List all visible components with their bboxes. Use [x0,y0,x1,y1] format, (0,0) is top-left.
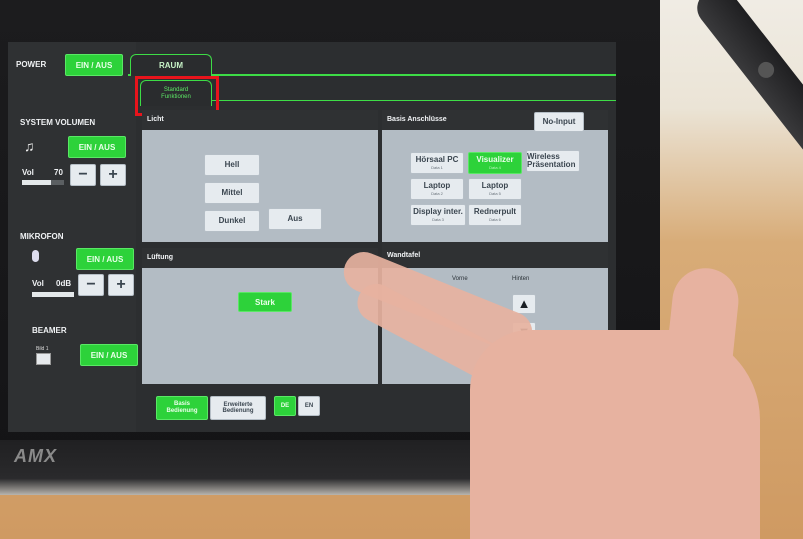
system-volume-bar [22,180,64,185]
power-toggle-button[interactable]: EIN / AUS [65,54,123,76]
input-sublabel: Data 3 [432,216,444,222]
input-sublabel: Data 5 [489,190,501,196]
mikrofon-vol-label: Vol [32,279,44,288]
beamer-source-label: Bild 1 [36,346,49,352]
basis-bedienung-button[interactable]: Basis Bedienung [156,396,208,420]
basis-line2: Bedienung [166,408,198,414]
licht-hell-button[interactable]: Hell [204,154,260,176]
licht-aus-button[interactable]: Aus [268,208,322,230]
image-icon [36,353,51,365]
input-sublabel: Data 4 [489,164,501,170]
input-label: Hörsaal PC [415,155,459,165]
system-volume-label: SYSTEM VOLUMEN [20,118,96,127]
system-volume-minus-button[interactable]: − [70,164,96,186]
system-volume-plus-button[interactable]: + [100,164,126,186]
mikrofon-plus-button[interactable]: + [108,274,134,296]
mikrofon-level-bar [32,292,74,297]
basis-anschluesse-panel: Basis Anschlüsse No-Input Hörsaal PC Dat… [382,110,608,242]
beamer-toggle-button[interactable]: EIN / AUS [80,344,138,366]
input-rednerpult-button[interactable]: Rednerpult Data 6 [468,204,522,226]
input-label: Display inter. [413,207,463,217]
input-label: Laptop [423,181,451,191]
microphone-icon [32,250,39,262]
mikrofon-label: MIKROFON [20,232,64,241]
wandtafel-vorne-label: Vorne [452,276,468,282]
input-sublabel: Data 2 [431,190,443,196]
input-sublabel: Data 1 [431,164,443,170]
input-label: Rednerpult [473,207,517,217]
input-visualizer-button[interactable]: Visualizer Data 4 [468,152,522,174]
beamer-label: BEAMER [32,326,67,335]
input-laptop-2-button[interactable]: Laptop Data 2 [410,178,464,200]
system-volume-value: 70 [54,168,63,177]
music-note-icon: ♫ [24,138,35,154]
tab-raum[interactable]: RAUM [130,54,212,76]
input-sublabel: Data 6 [489,216,501,222]
system-volume-bar-fill [22,180,52,185]
licht-panel: Licht Hell Mittel Dunkel Aus [142,110,378,242]
licht-dunkel-button[interactable]: Dunkel [204,210,260,232]
language-en-button[interactable]: EN [298,396,320,416]
erweitert-line2: Bedienung [222,408,254,414]
lueftung-stark-button[interactable]: Stark [238,292,292,312]
mikrofon-value: 0dB [56,279,72,288]
input-hoersaal-pc-button[interactable]: Hörsaal PC Data 1 [410,152,464,174]
sidebar: POWER EIN / AUS SYSTEM VOLUMEN ♫ EIN / A… [8,42,138,432]
input-display-inter-button[interactable]: Display inter. Data 3 [410,204,466,226]
input-wireless-button[interactable]: Wireless Präsentation [526,150,580,172]
erweiterte-bedienung-button[interactable]: Erweiterte Bedienung [210,396,266,420]
power-label: POWER [16,60,47,69]
remote-button [754,58,778,82]
photo-scene: AMX POWER EIN / AUS SYSTEM VOLUMEN ♫ EIN… [0,0,803,539]
wandtafel-hinten-label: Hinten [512,276,530,282]
wandtafel-title: Wandtafel [382,242,608,268]
brand-logo: AMX [14,446,57,466]
licht-mittel-button[interactable]: Mittel [204,182,260,204]
mikrofon-minus-button[interactable]: − [78,274,104,296]
lueftung-panel: Lüftung Stark [142,248,378,384]
mikrofon-toggle-button[interactable]: EIN / AUS [76,248,134,270]
input-label: Laptop [481,181,509,191]
basis-line1: Basis [173,401,190,408]
licht-title: Licht [142,110,378,130]
remote-control [690,0,803,163]
subtab-bar-line [208,100,616,101]
lueftung-title: Lüftung [142,248,378,268]
no-input-button[interactable]: No-Input [534,112,584,132]
language-de-button[interactable]: DE [274,396,296,416]
input-label: Visualizer [476,155,514,165]
system-volume-vol-label: Vol [22,168,34,177]
input-laptop-5-button[interactable]: Laptop Data 5 [468,178,522,200]
system-volume-toggle-button[interactable]: EIN / AUS [68,136,126,158]
